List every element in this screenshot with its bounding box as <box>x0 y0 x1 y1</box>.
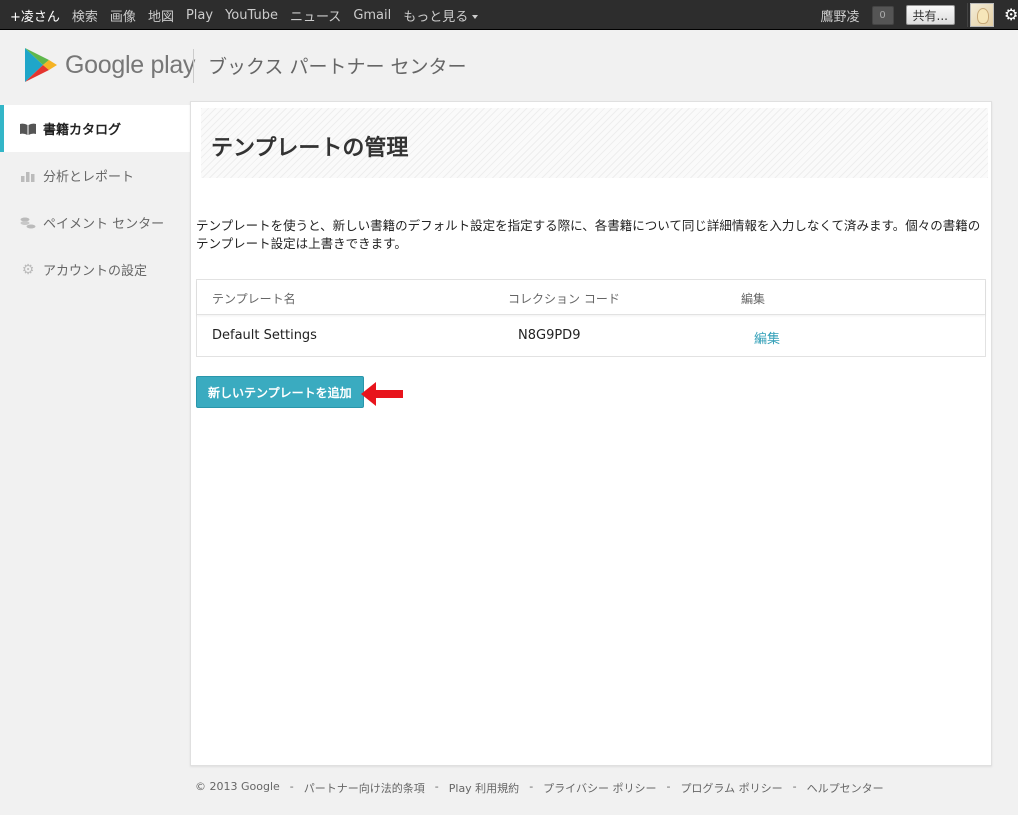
column-header-edit: 編集 <box>741 292 766 306</box>
app-subtitle: ブックス パートナー センター <box>208 56 467 78</box>
topbar-link-maps[interactable]: 地図 <box>148 6 174 25</box>
topbar-link-images[interactable]: 画像 <box>110 6 136 25</box>
share-button[interactable]: 共有... <box>905 5 955 25</box>
sidebar-item-label: アカウントの設定 <box>43 264 148 279</box>
templates-table: テンプレート名 コレクション コード 編集 Default Settings N… <box>196 279 986 357</box>
top-bar-right: 鷹野凌 0 共有... ⚙ <box>821 0 1018 30</box>
sidebar-item-label: ペイメント センター <box>43 217 165 232</box>
topbar-link-plus-user[interactable]: +凌さん <box>10 6 60 25</box>
google-play-logo-icon[interactable] <box>24 47 58 83</box>
book-icon <box>19 122 37 136</box>
coins-icon <box>19 216 37 230</box>
footer-link-help-center[interactable]: ヘルプセンター <box>807 780 884 796</box>
topbar-link-gmail[interactable]: Gmail <box>353 8 391 23</box>
page-footer: © 2013 Google - パートナー向け法的条項 - Play 利用規約 … <box>195 780 884 796</box>
template-name-cell: Default Settings <box>212 328 317 343</box>
title-banner: テンプレートの管理 <box>201 108 988 178</box>
top-bar-links: +凌さん 検索 画像 地図 Play YouTube ニュース Gmail もっ… <box>10 0 490 30</box>
settings-gear-icon[interactable]: ⚙ <box>1004 0 1018 30</box>
topbar-link-search[interactable]: 検索 <box>72 6 98 25</box>
topbar-link-youtube[interactable]: YouTube <box>225 8 278 23</box>
footer-link-program-policy[interactable]: プログラム ポリシー <box>680 780 782 796</box>
table-header-row: テンプレート名 コレクション コード 編集 <box>197 280 985 315</box>
footer-separator: - <box>792 780 797 793</box>
sidebar-item-label: 書籍カタログ <box>43 123 122 138</box>
footer-link-play-terms[interactable]: Play 利用規約 <box>449 780 519 796</box>
page-description: テンプレートを使うと、新しい書籍のデフォルト設定を指定する際に、各書籍について同… <box>196 218 981 251</box>
gear-icon: ⚙ <box>21 261 35 278</box>
sidebar-item-payment-center[interactable]: ペイメント センター <box>0 199 190 246</box>
google-play-wordmark[interactable]: Google play <box>65 51 195 80</box>
footer-link-privacy-policy[interactable]: プライバシー ポリシー <box>543 780 656 796</box>
copyright-text: © 2013 Google <box>195 780 280 793</box>
topbar-link-news[interactable]: ニュース <box>290 6 341 25</box>
column-header-template-name: テンプレート名 <box>212 292 296 306</box>
header-divider <box>193 49 194 83</box>
add-new-template-button[interactable]: 新しいテンプレートを追加 <box>196 376 364 408</box>
topbar-link-play[interactable]: Play <box>186 8 213 23</box>
top-bar-divider <box>967 3 968 27</box>
page-title: テンプレートの管理 <box>211 136 409 161</box>
sidebar: 書籍カタログ 分析とレポート ペイメント センター ⚙ アカウントの設定 <box>0 105 190 293</box>
footer-separator: - <box>434 780 439 793</box>
user-name-link[interactable]: 鷹野凌 <box>821 6 860 25</box>
google-top-bar: +凌さん 検索 画像 地図 Play YouTube ニュース Gmail もっ… <box>0 0 1018 30</box>
avatar[interactable] <box>970 3 994 27</box>
red-arrow-annotation-icon <box>361 382 403 406</box>
footer-separator: - <box>529 780 534 793</box>
table-row: Default Settings N8G9PD9 編集 <box>197 315 985 356</box>
chevron-down-icon <box>472 15 479 19</box>
notification-count-button[interactable]: 0 <box>871 5 894 25</box>
sidebar-item-analytics-reports[interactable]: 分析とレポート <box>0 152 190 199</box>
more-label: もっと見る <box>403 9 469 25</box>
footer-link-partner-terms[interactable]: パートナー向け法的条項 <box>304 780 425 796</box>
footer-separator: - <box>289 780 294 793</box>
column-header-collection-code: コレクション コード <box>508 292 620 306</box>
sidebar-item-label: 分析とレポート <box>43 170 135 185</box>
topbar-more-menu[interactable]: もっと見る <box>403 6 479 25</box>
edit-template-link[interactable]: 編集 <box>754 328 780 347</box>
collection-code-cell: N8G9PD9 <box>518 328 581 343</box>
page-header: Google play ブックス パートナー センター <box>0 31 1018 101</box>
footer-separator: - <box>666 780 671 793</box>
bar-chart-icon <box>19 169 37 183</box>
sidebar-item-book-catalog[interactable]: 書籍カタログ <box>0 105 190 152</box>
sidebar-item-account-settings[interactable]: ⚙ アカウントの設定 <box>0 246 190 293</box>
main-content-panel: テンプレートの管理 テンプレートを使うと、新しい書籍のデフォルト設定を指定する際… <box>190 101 992 766</box>
